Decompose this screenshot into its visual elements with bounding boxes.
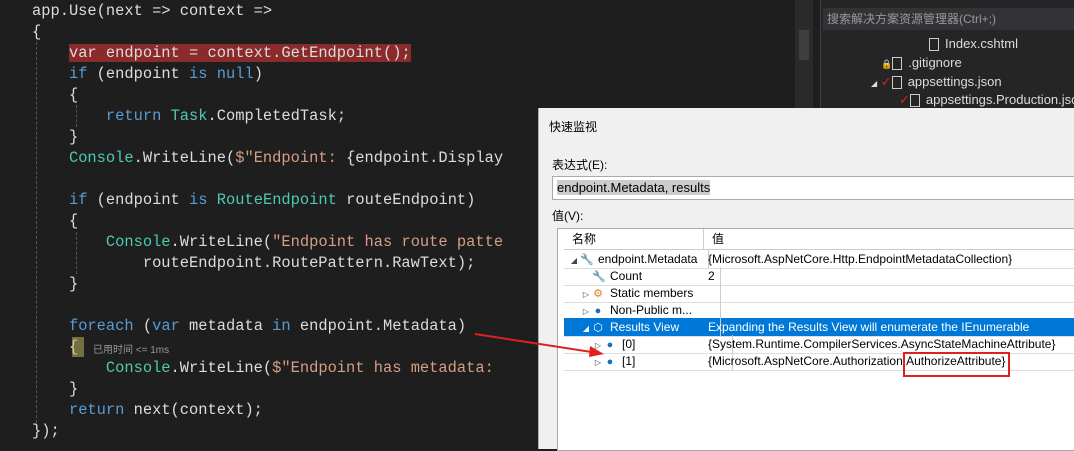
annotation-arrow [474, 333, 604, 357]
annotation-highlight-box [903, 352, 1010, 377]
